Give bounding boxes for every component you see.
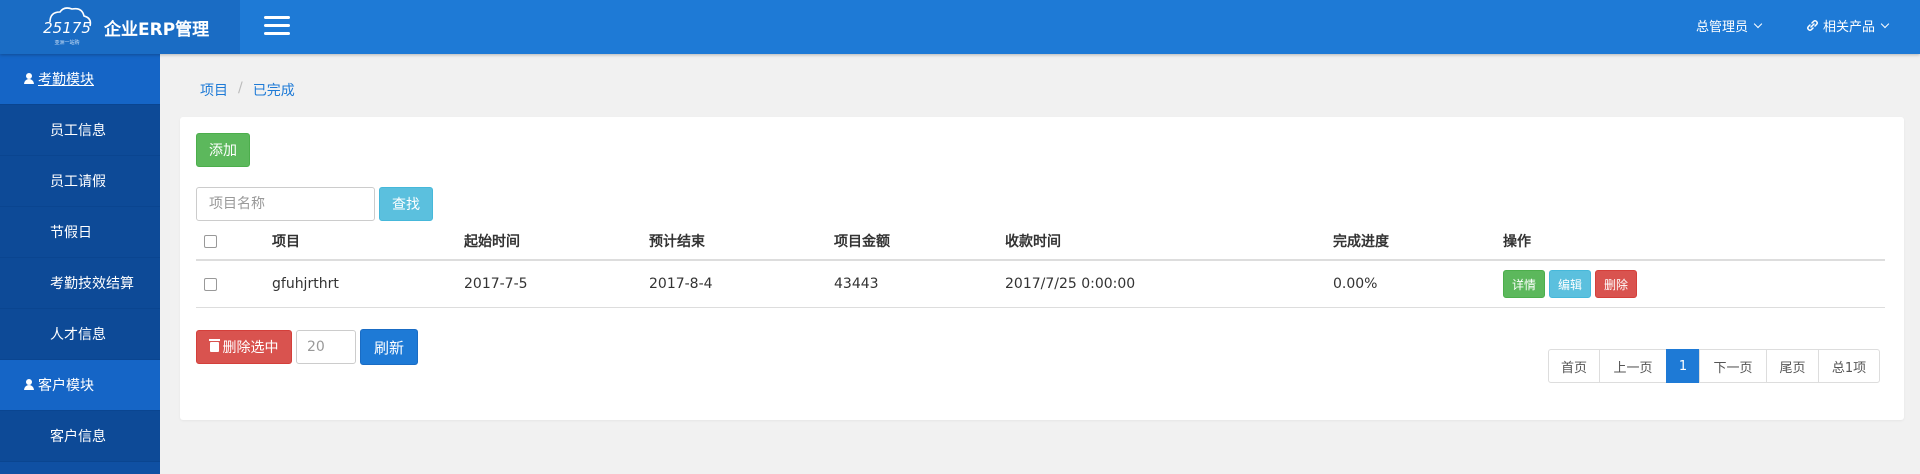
sidebar: 考勤模块 员工信息 员工请假 节假日 考勤技效结算 人才信息 客户模块 客户信息 (0, 54, 160, 474)
user-icon (24, 379, 34, 391)
sidebar-item-label: 考勤技效结算 (50, 276, 134, 292)
chevron-down-icon (1753, 19, 1763, 28)
add-button[interactable]: 添加 (196, 133, 250, 167)
pagination-last[interactable]: 尾页 (1766, 349, 1819, 383)
sidebar-item-talent-info[interactable]: 人才信息 (0, 309, 160, 360)
sidebar-item-employee-info[interactable]: 员工信息 (0, 105, 160, 156)
cell-amount: 43443 (834, 276, 879, 292)
top-header: 25175 亚洲一站购 企业ERP管理 总管理员 相关产品 (0, 0, 1920, 54)
menu-toggle-icon[interactable] (264, 16, 290, 36)
sidebar-item-label: 客户信息 (50, 429, 106, 445)
chevron-down-icon (1880, 19, 1890, 28)
pagination-total: 总1项 (1818, 349, 1880, 383)
sidebar-item-employee-leave[interactable]: 员工请假 (0, 156, 160, 207)
column-header-amount: 项目金额 (834, 234, 890, 250)
delete-selected-label: 删除选中 (222, 340, 279, 356)
trash-icon (208, 339, 220, 352)
cell-progress: 0.00% (1333, 276, 1378, 292)
column-header-payment-time: 收款时间 (1005, 234, 1061, 250)
brand: 25175 亚洲一站购 企业ERP管理 (0, 0, 240, 54)
edit-button[interactable]: 编辑 (1549, 270, 1592, 298)
admin-label: 总管理员 (1696, 20, 1749, 35)
pagination-first[interactable]: 首页 (1548, 349, 1600, 383)
sidebar-item-attendance-settlement[interactable]: 考勤技效结算 (0, 258, 160, 309)
detail-button[interactable]: 详情 (1503, 270, 1546, 298)
company-logo: 25175 亚洲一站购 (43, 7, 92, 46)
select-all-checkbox[interactable] (204, 234, 217, 248)
refresh-button[interactable]: 刷新 (360, 329, 418, 365)
products-dropdown[interactable]: 相关产品 (1806, 16, 1890, 35)
sidebar-module-attendance[interactable]: 考勤模块 (0, 54, 160, 105)
user-icon (24, 73, 34, 85)
cell-payment-time: 2017/7/25 0:00:00 (1005, 276, 1136, 292)
admin-dropdown[interactable]: 总管理员 (1696, 16, 1763, 35)
table-header-row: 项目 起始时间 预计结束 项目金额 收款时间 完成进度 操作 (196, 223, 1885, 261)
table-row: gfuhjrthrt 2017-7-5 2017-8-4 43443 2017/… (196, 261, 1885, 308)
cell-actions: 详情 编辑 删除 (1503, 261, 1641, 307)
delete-selected-button[interactable]: 删除选中 (196, 330, 292, 364)
cell-start: 2017-7-5 (464, 276, 528, 292)
pagination-prev[interactable]: 上一页 (1599, 349, 1667, 383)
breadcrumb-separator: / (238, 80, 243, 96)
sidebar-item-label: 员工信息 (50, 123, 106, 139)
breadcrumb-root[interactable]: 项目 (200, 80, 228, 100)
project-name-search-input[interactable] (196, 187, 375, 221)
link-icon (1807, 20, 1818, 31)
sidebar-item-customer-info[interactable]: 客户信息 (0, 411, 160, 462)
app-title: 企业ERP管理 (104, 20, 210, 40)
main-panel: 添加 查找 项目 起始时间 预计结束 项目金额 收款时间 完成进度 操作 gfu… (180, 117, 1904, 420)
sidebar-item-label: 节假日 (50, 225, 92, 241)
pagination-next[interactable]: 下一页 (1699, 349, 1767, 383)
svg-text:亚洲一站购: 亚洲一站购 (54, 39, 79, 46)
column-header-actions: 操作 (1503, 234, 1531, 250)
column-header-project: 项目 (272, 234, 300, 250)
search-button[interactable]: 查找 (379, 187, 433, 221)
cell-project: gfuhjrthrt (272, 276, 339, 292)
products-label: 相关产品 (1823, 20, 1876, 35)
sidebar-item-label: 考勤模块 (38, 72, 94, 88)
column-header-progress: 完成进度 (1333, 234, 1389, 250)
sidebar-item-label: 员工请假 (50, 174, 106, 190)
delete-button[interactable]: 删除 (1595, 270, 1638, 298)
row-checkbox[interactable] (204, 277, 217, 291)
sidebar-item-label: 客户模块 (38, 378, 94, 394)
column-header-start: 起始时间 (464, 234, 520, 250)
sidebar-item-label: 人才信息 (50, 327, 106, 343)
pagination: 首页 上一页 1 下一页 尾页 总1项 (1548, 349, 1880, 383)
projects-table: 项目 起始时间 预计结束 项目金额 收款时间 完成进度 操作 gfuhjrthr… (196, 223, 1885, 308)
sidebar-item-holidays[interactable]: 节假日 (0, 207, 160, 258)
cell-expected-end: 2017-8-4 (649, 276, 713, 292)
breadcrumb-current: 已完成 (252, 83, 295, 99)
svg-text:25175: 25175 (43, 19, 91, 37)
column-header-expected-end: 预计结束 (649, 234, 705, 250)
breadcrumb: 项目 / 已完成 (200, 80, 295, 100)
pagination-current[interactable]: 1 (1666, 349, 1700, 383)
page-size-input[interactable] (296, 330, 356, 364)
sidebar-module-customer[interactable]: 客户模块 (0, 360, 160, 411)
